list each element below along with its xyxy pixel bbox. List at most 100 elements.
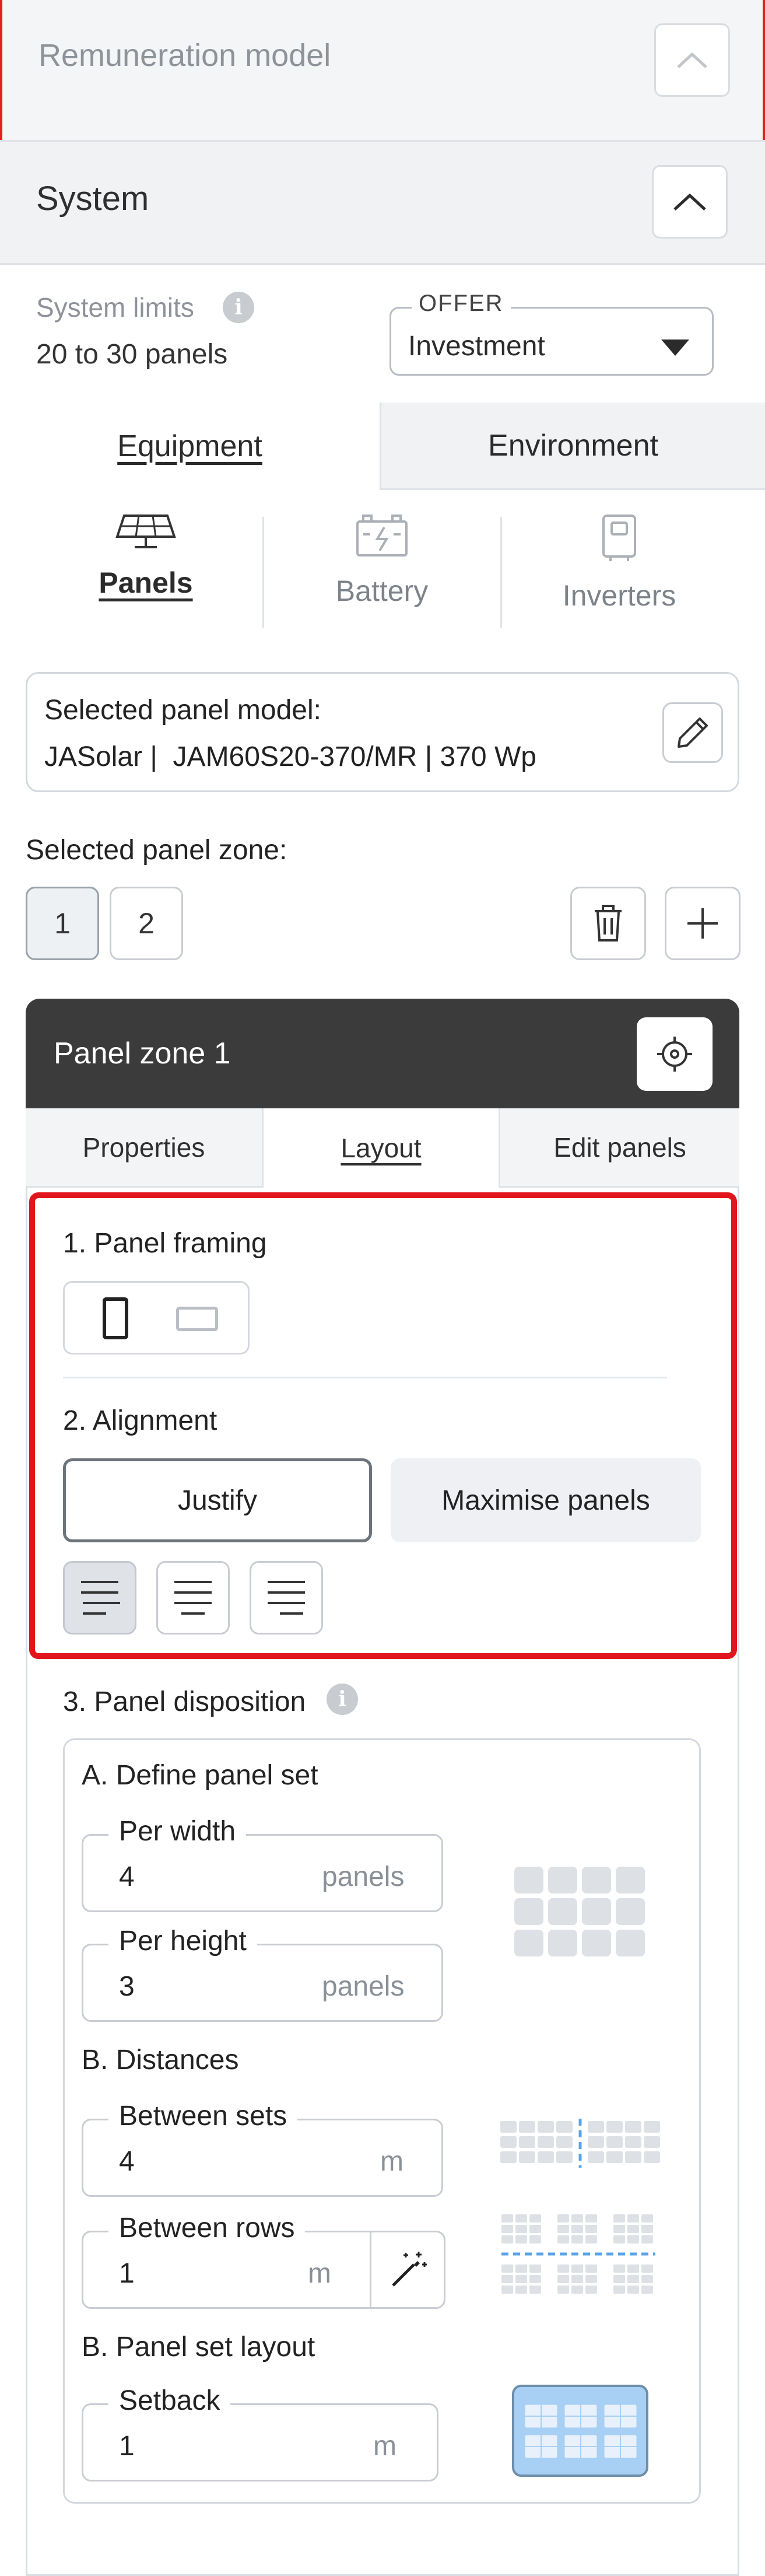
divider xyxy=(262,517,264,628)
between-sets-value: 4 xyxy=(119,2146,135,2177)
panel-cell xyxy=(548,1867,577,1894)
align-right-icon xyxy=(268,1581,305,1583)
remuneration-section: Remuneration model xyxy=(0,0,765,140)
per-width-value: 4 xyxy=(119,1861,135,1892)
panel-cell xyxy=(514,1898,543,1925)
per-height-label: Per height xyxy=(108,1925,257,1957)
panel-model-label: Selected panel model: xyxy=(44,695,321,726)
magic-wand-icon xyxy=(391,2252,427,2287)
justify-button[interactable]: Justify xyxy=(63,1458,372,1542)
tab-properties[interactable]: Properties xyxy=(26,1108,264,1188)
offer-value: Investment xyxy=(408,331,545,362)
define-panel-set-title: A. Define panel set xyxy=(82,1760,318,1791)
align-line xyxy=(174,1591,212,1594)
system-toggle-button[interactable] xyxy=(652,165,728,239)
panel-zone-title: Panel zone 1 xyxy=(54,1037,231,1070)
divider xyxy=(500,517,502,628)
panel-framing-toggle xyxy=(63,1281,250,1354)
inverter-icon xyxy=(602,514,636,561)
panel-model-value: JASolar | JAM60S20-370/MR | 370 Wp xyxy=(44,741,536,772)
zone-chip-2[interactable]: 2 xyxy=(110,887,183,960)
per-height-unit: panels xyxy=(322,1971,405,2002)
align-line xyxy=(268,1591,305,1594)
align-center-button[interactable] xyxy=(156,1561,230,1634)
align-line xyxy=(81,1591,118,1594)
panel-set-grid-icon xyxy=(514,1867,645,1957)
caret-down-icon[interactable] xyxy=(661,340,689,356)
panel-cell xyxy=(616,1898,645,1925)
align-left-button[interactable] xyxy=(63,1561,136,1634)
info-icon[interactable]: i xyxy=(327,1684,358,1715)
align-line xyxy=(280,1612,303,1615)
system-limits-label: System limits xyxy=(36,292,194,323)
trash-icon xyxy=(595,905,622,942)
setback-illustration xyxy=(512,2385,648,2477)
per-height-value: 3 xyxy=(119,1971,135,2002)
zone-chip-1[interactable]: 1 xyxy=(26,887,99,960)
subtab-inverters-label: Inverters xyxy=(562,579,676,612)
align-line xyxy=(83,1612,106,1615)
landscape-orientation-icon[interactable] xyxy=(176,1307,218,1331)
divider xyxy=(63,1377,667,1378)
between-sets-label: Between sets xyxy=(108,2100,298,2132)
panel-zone-label: Selected panel zone: xyxy=(26,835,287,866)
subtab-battery-label: Battery xyxy=(335,575,429,607)
panel-model-card xyxy=(26,672,739,792)
tab-environment[interactable]: Environment xyxy=(381,402,765,490)
system-limits-value: 20 to 30 panels xyxy=(36,339,228,370)
setback-unit: m xyxy=(373,2431,396,2462)
delete-zone-button[interactable] xyxy=(570,887,646,960)
setback-label: Setback xyxy=(108,2385,231,2417)
distances-title: B. Distances xyxy=(82,2045,239,2076)
align-right-button[interactable] xyxy=(250,1561,323,1634)
maximise-panels-button[interactable]: Maximise panels xyxy=(391,1458,701,1542)
system-section-header: System xyxy=(0,140,765,265)
tab-layout[interactable]: Layout xyxy=(264,1108,500,1188)
panel-cell xyxy=(616,1867,645,1894)
portrait-orientation-icon[interactable] xyxy=(103,1297,128,1339)
chevron-up-icon xyxy=(677,52,707,68)
subtab-panels-label: Panels xyxy=(99,566,193,599)
between-rows-illustration xyxy=(501,2214,655,2294)
edit-panel-model-button[interactable] xyxy=(662,702,723,763)
auto-distance-button[interactable] xyxy=(370,2231,445,2309)
per-width-label: Per width xyxy=(108,1815,247,1847)
panel-cell xyxy=(582,1898,611,1925)
battery-icon xyxy=(356,514,408,556)
per-width-unit: panels xyxy=(322,1861,405,1892)
panel-disposition-title: 3. Panel disposition xyxy=(63,1686,306,1717)
info-icon[interactable]: i xyxy=(223,292,254,323)
tab-equipment[interactable]: Equipment xyxy=(0,402,381,490)
panel-set-layout-icon xyxy=(524,2404,637,2459)
align-left-icon xyxy=(81,1581,118,1583)
panel-framing-title: 1. Panel framing xyxy=(63,1228,267,1259)
panel-cell xyxy=(582,1867,611,1894)
align-line xyxy=(181,1612,205,1615)
subtab-inverters[interactable]: Inverters xyxy=(503,513,736,630)
pencil-icon xyxy=(678,718,708,748)
crosshair-icon xyxy=(657,1037,692,1072)
tab-edit-panels[interactable]: Edit panels xyxy=(500,1108,739,1188)
panel-cell xyxy=(514,1867,543,1894)
setback-value: 1 xyxy=(119,2431,135,2462)
alignment-title: 2. Alignment xyxy=(63,1405,217,1436)
remuneration-toggle-button[interactable] xyxy=(654,23,730,97)
align-center-icon xyxy=(174,1581,212,1583)
chevron-up-icon xyxy=(673,193,706,211)
between-rows-value: 1 xyxy=(119,2258,135,2289)
panel-cell xyxy=(582,1930,611,1957)
between-sets-unit: m xyxy=(380,2146,403,2177)
plus-icon xyxy=(687,908,718,939)
subtab-battery[interactable]: Battery xyxy=(265,513,499,630)
between-rows-label: Between rows xyxy=(108,2212,306,2244)
between-sets-illustration xyxy=(500,2119,660,2168)
locate-zone-button[interactable] xyxy=(637,1017,713,1091)
remuneration-title: Remuneration model xyxy=(38,38,331,73)
add-zone-button[interactable] xyxy=(665,887,741,960)
panel-cell xyxy=(616,1930,645,1957)
align-line xyxy=(268,1602,305,1604)
offer-legend: OFFER xyxy=(412,290,511,317)
between-rows-unit: m xyxy=(308,2258,331,2289)
align-line xyxy=(83,1602,120,1604)
subtab-panels[interactable]: Panels xyxy=(29,513,262,630)
